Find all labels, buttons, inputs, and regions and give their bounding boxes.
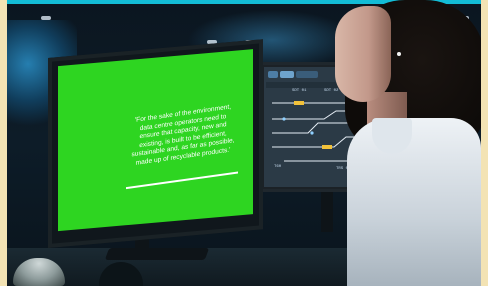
green-screen: 'For the sake of the environment, data c… — [58, 49, 253, 232]
person-face — [335, 6, 391, 102]
quote-underline — [126, 171, 238, 190]
rack-light — [41, 16, 51, 20]
right-monitor-stand — [321, 192, 333, 232]
quote-text: 'For the sake of the environment, data c… — [118, 101, 248, 171]
left-monitor: 'For the sake of the environment, data c… — [48, 39, 263, 248]
diagram-tab — [296, 71, 318, 78]
diagram-tab — [280, 71, 294, 78]
earring — [397, 52, 401, 56]
left-monitor-base — [104, 248, 210, 260]
person-shirt — [347, 118, 481, 286]
photo-frame: SDT 01 SDT 02 SDT 04 SDT 05 T60 TRS 01 T… — [7, 0, 481, 286]
diagram-tab — [268, 71, 278, 78]
